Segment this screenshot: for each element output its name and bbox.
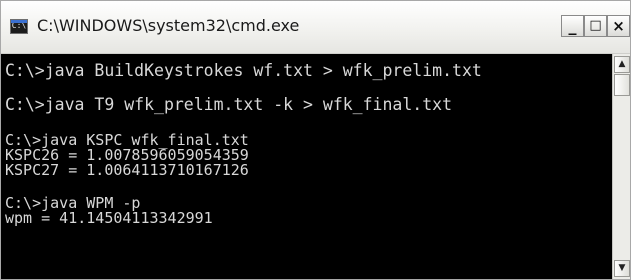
scroll-up-button[interactable]: ▲ [614,56,630,73]
console-line: C:\>java T9 wfk_prelim.txt -k > wfk_fina… [5,95,453,114]
console-line: C:\>java BuildKeystrokes wf.txt > wfk_pr… [5,61,482,80]
maximize-button[interactable]: □ [584,15,607,37]
scroll-down-button[interactable]: ▼ [614,260,630,277]
vertical-scrollbar[interactable]: ▲ ▼ [612,54,630,279]
console-line: KSPC27 = 1.0064113710167126 [5,161,249,179]
scrollbar-thumb[interactable] [614,74,630,96]
minimize-button[interactable]: _ [561,15,584,37]
arrow-down-icon: ▼ [618,263,626,273]
arrow-up-icon: ▲ [618,59,626,69]
title-bar[interactable]: C:\ C:\WINDOWS\system32\cmd.exe _ □ × [1,1,630,54]
cmd-window: C:\ C:\WINDOWS\system32\cmd.exe _ □ × C:… [0,0,631,280]
window-title: C:\WINDOWS\system32\cmd.exe [37,16,300,35]
close-button[interactable]: × [607,15,630,37]
console-icon[interactable]: C:\ [10,19,28,34]
maximize-icon: □ [589,18,602,33]
console-icon-glyph: C:\ [11,21,27,30]
close-icon: × [612,17,625,35]
console-output[interactable]: C:\>java BuildKeystrokes wf.txt > wfk_pr… [1,54,612,279]
console-line: wpm = 41.14504113342991 [5,209,213,227]
minimize-icon: _ [568,16,577,35]
